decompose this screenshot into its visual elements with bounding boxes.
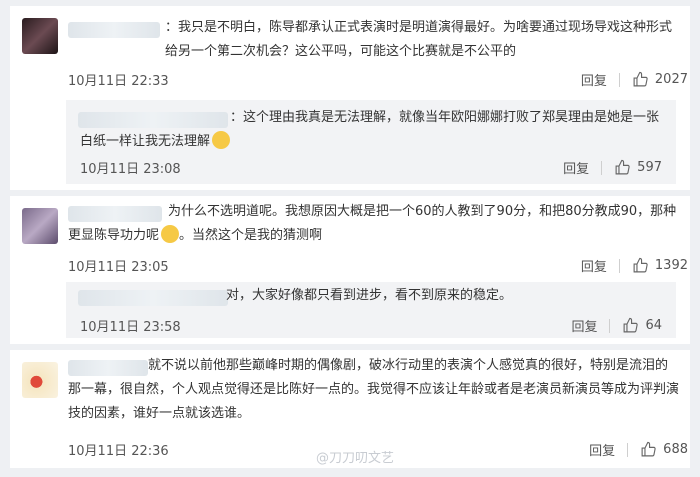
username-blurred[interactable] <box>68 22 160 38</box>
sub-reply: 对，大家好像都只看到进步，看不到原来的稳定。 10月11日 23:58 回复 6… <box>66 282 676 338</box>
sub-reply-text-content: ：这个理由我真是无法理解，就像当年欧阳娜娜打败了郑昊理由是她是一张白纸一样让我无… <box>80 110 660 149</box>
comment-text-tail: 。当然这个是我的猜测啊 <box>179 228 323 243</box>
divider <box>601 160 603 175</box>
comment-card: ：我只是不明白，陈导都承认正式表演时是明道演得最好。为啥要通过现场导戏这种形式给… <box>10 6 690 190</box>
divider <box>627 442 629 457</box>
comment-text: 就不说以前他那些巅峰时期的偶像剧，破冰行动里的表演个人感觉真的很好，特别是流泪的… <box>68 358 680 421</box>
reply-button[interactable]: 回复 <box>563 158 589 177</box>
comment-actions: 回复 1392 <box>581 256 688 275</box>
sub-reply-time: 10月11日 23:58 <box>80 320 181 335</box>
like-count: 64 <box>645 318 662 333</box>
like-count: 1392 <box>654 258 688 273</box>
username-blurred[interactable] <box>78 290 228 306</box>
like-button[interactable]: 597 <box>614 159 662 176</box>
like-count: 2027 <box>654 72 688 87</box>
sub-reply-actions: 回复 64 <box>571 316 662 335</box>
reply-button[interactable]: 回复 <box>581 256 607 275</box>
thumbs-up-icon <box>624 317 639 333</box>
thumbs-up-icon <box>633 257 648 273</box>
reply-button[interactable]: 回复 <box>581 70 607 89</box>
watermark: @刀刀叨文艺 <box>316 451 395 466</box>
thinking-emoji-icon <box>212 131 231 149</box>
comment-text-content: 为什么不选明道呢。我想原因大概是把一个60的人教到了90分，和把80分教成90，… <box>68 204 677 243</box>
like-button[interactable]: 1392 <box>632 257 688 274</box>
comment-text: 为什么不选明道呢。我想原因大概是把一个60的人教到了90分，和把80分教成90，… <box>68 200 678 248</box>
avatar[interactable] <box>22 18 58 54</box>
reply-button[interactable]: 回复 <box>589 440 615 459</box>
like-count: 688 <box>663 442 688 457</box>
comment-text: ：我只是不明白，陈导都承认正式表演时是明道演得最好。为啥要通过现场导戏这种形式给… <box>165 20 673 59</box>
comment-actions: 回复 688 <box>589 440 688 459</box>
thumbs-up-icon <box>633 71 648 87</box>
divider <box>618 258 620 273</box>
divider <box>609 318 611 333</box>
comment-card: 为什么不选明道呢。我想原因大概是把一个60的人教到了90分，和把80分教成90，… <box>10 196 690 344</box>
sunglasses-emoji-icon <box>161 225 180 243</box>
like-button[interactable]: 688 <box>640 441 688 458</box>
thumbs-up-icon <box>641 441 656 457</box>
sub-reply-actions: 回复 597 <box>563 158 662 177</box>
comment-time: 10月11日 23:05 <box>68 260 169 275</box>
reply-button[interactable]: 回复 <box>571 316 597 335</box>
sub-reply-time: 10月11日 23:08 <box>80 162 181 177</box>
like-button[interactable]: 2027 <box>632 71 688 88</box>
divider <box>618 72 620 87</box>
thumbs-up-icon <box>615 159 630 175</box>
like-button[interactable]: 64 <box>622 317 662 334</box>
comment-time: 10月11日 22:33 <box>68 74 169 89</box>
sub-reply-text: 对，大家好像都只看到进步，看不到原来的稳定。 <box>226 288 513 303</box>
comment-actions: 回复 2027 <box>581 70 688 89</box>
avatar[interactable] <box>22 362 58 398</box>
sub-reply: ：这个理由我真是无法理解，就像当年欧阳娜娜打败了郑昊理由是她是一张白纸一样让我无… <box>66 100 676 184</box>
avatar[interactable] <box>22 208 58 244</box>
like-count: 597 <box>637 160 662 175</box>
sub-reply-text: ：这个理由我真是无法理解，就像当年欧阳娜娜打败了郑昊理由是她是一张白纸一样让我无… <box>80 106 670 154</box>
comment-time: 10月11日 22:36 <box>68 444 169 459</box>
